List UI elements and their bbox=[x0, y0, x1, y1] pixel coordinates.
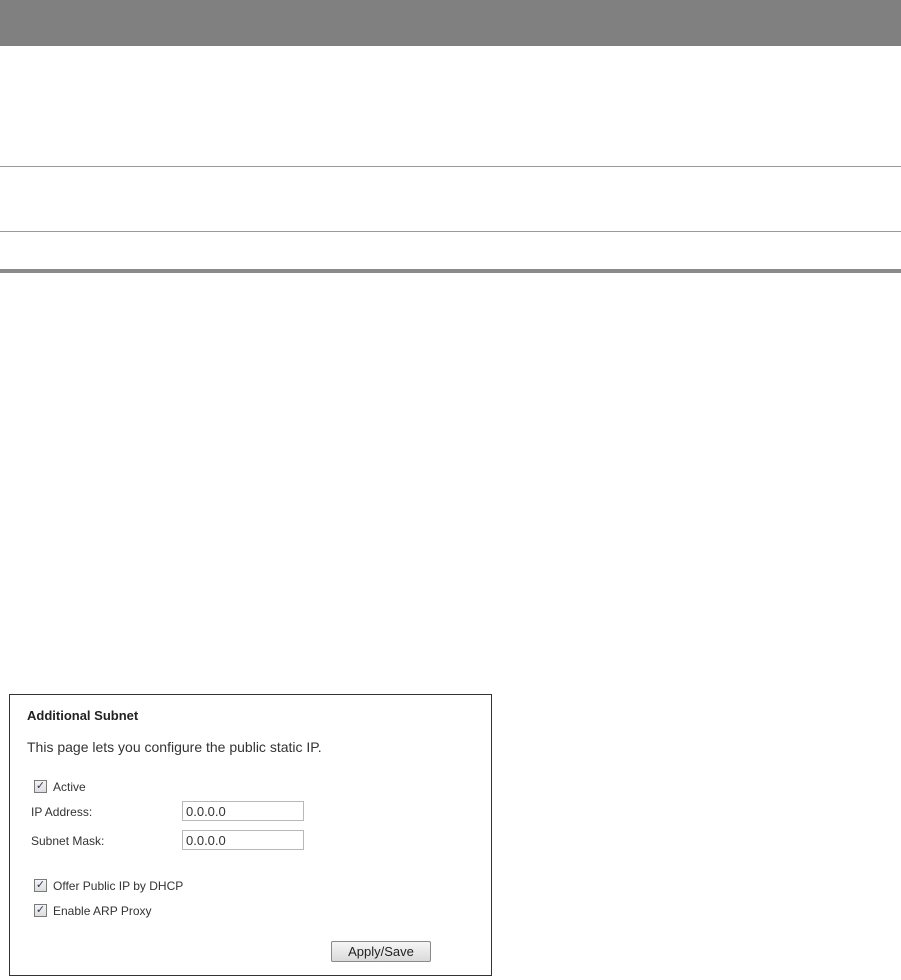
arp-proxy-checkbox[interactable]: ✓ bbox=[34, 903, 47, 918]
active-row: ✓ Active bbox=[34, 779, 86, 794]
checkmark-icon: ✓ bbox=[35, 878, 46, 892]
offer-dhcp-label: Offer Public IP by DHCP bbox=[53, 878, 184, 893]
additional-subnet-panel: Additional Subnet This page lets you con… bbox=[9, 694, 492, 976]
divider bbox=[0, 269, 901, 273]
arp-proxy-row: ✓ Enable ARP Proxy bbox=[34, 903, 152, 918]
checkmark-icon: ✓ bbox=[35, 779, 46, 793]
divider bbox=[0, 231, 901, 232]
checkmark-icon: ✓ bbox=[35, 903, 46, 917]
arp-proxy-label: Enable ARP Proxy bbox=[53, 903, 152, 918]
subnet-mask-label: Subnet Mask: bbox=[31, 834, 105, 848]
header-bar bbox=[0, 0, 901, 46]
divider bbox=[0, 166, 901, 167]
apply-save-button[interactable]: Apply/Save bbox=[331, 941, 431, 962]
subnet-mask-input[interactable] bbox=[182, 830, 304, 850]
ip-address-label: IP Address: bbox=[31, 805, 93, 819]
ip-address-input[interactable] bbox=[182, 801, 304, 821]
panel-title: Additional Subnet bbox=[27, 708, 139, 723]
panel-description: This page lets you configure the public … bbox=[27, 739, 322, 755]
offer-dhcp-row: ✓ Offer Public IP by DHCP bbox=[34, 878, 183, 893]
active-checkbox[interactable]: ✓ bbox=[34, 779, 47, 794]
active-label: Active bbox=[53, 779, 86, 794]
offer-dhcp-checkbox[interactable]: ✓ bbox=[34, 878, 47, 893]
